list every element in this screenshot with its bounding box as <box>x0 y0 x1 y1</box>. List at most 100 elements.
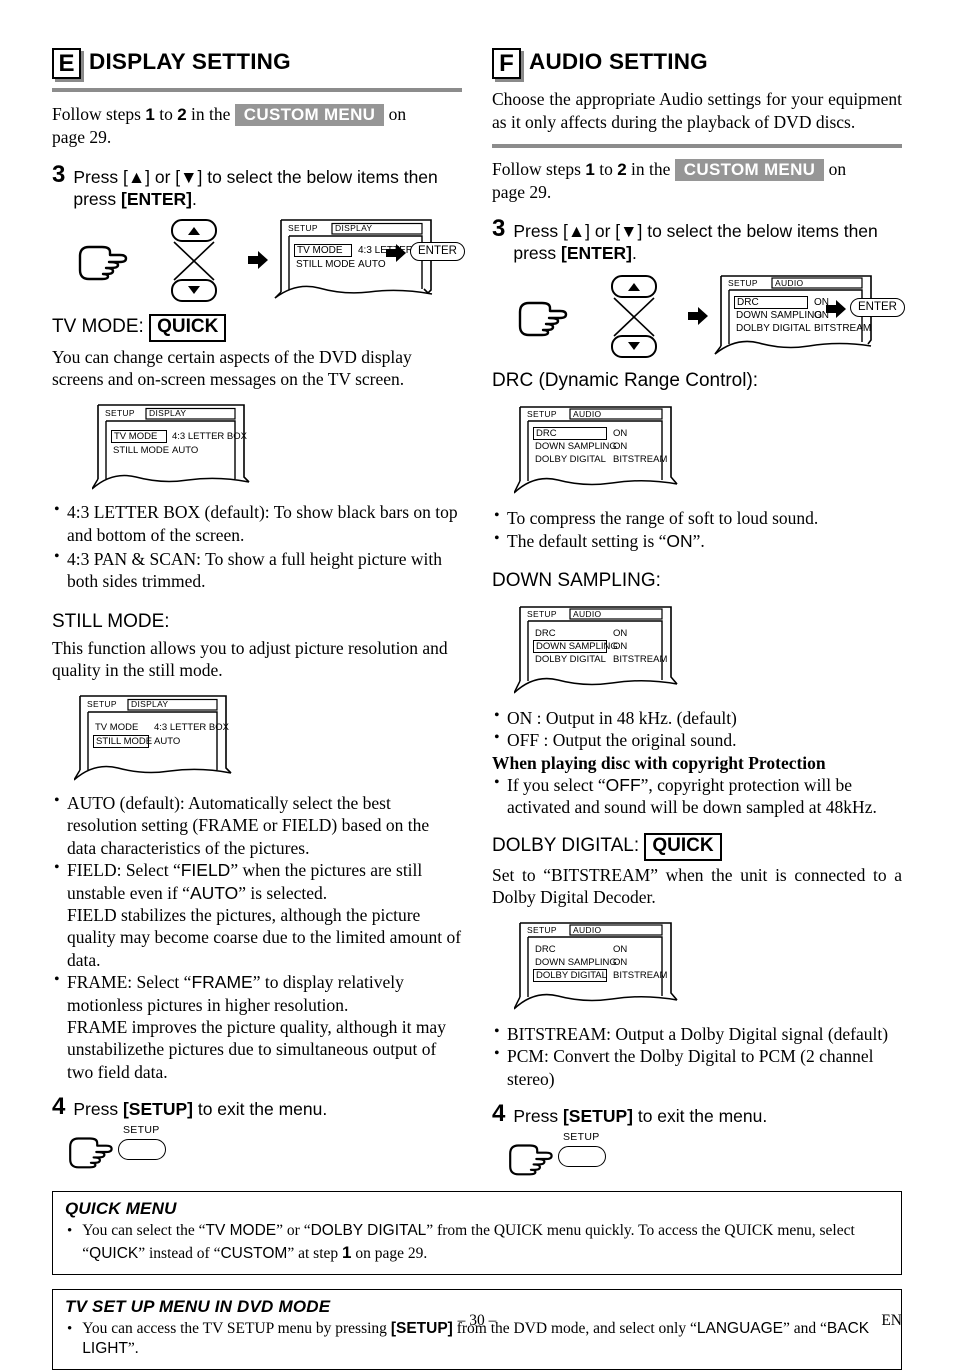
tv-row-1-value: ON <box>613 944 628 956</box>
page-number: – 30 – <box>457 1312 497 1329</box>
down-arrow-icon: ▼ <box>620 221 638 242</box>
tv-row-1-value: ON <box>613 428 628 440</box>
setup-button-label: SETUP <box>123 1124 160 1137</box>
drc-bullets: To compress the range of soft to loud so… <box>492 506 902 552</box>
list-item: 4:3 LETTER BOX (default): To show black … <box>52 500 462 546</box>
intro-text-to: to <box>159 104 173 124</box>
tv-menu-tab: AUDIO <box>573 925 602 936</box>
tv-row-2-label: DOWN SAMPLING <box>535 441 617 453</box>
text: You can select the “ <box>82 1222 206 1240</box>
list-item: FRAME: Select “FRAME” to display relativ… <box>52 970 462 1016</box>
tv-row-2-label: STILL MODE <box>93 735 152 749</box>
intro-follow-steps: Follow steps 1 to 2 in the CUSTOM MENU o… <box>492 158 902 204</box>
text: ” or “ <box>276 1222 311 1240</box>
manual-page: E DISPLAY SETTING Follow steps 1 to 2 in… <box>0 0 954 1370</box>
text: to exit the menu. <box>192 1099 328 1120</box>
intro-text-in: in the <box>191 104 231 124</box>
setup-button[interactable] <box>558 1146 606 1168</box>
step-number-2: 2 <box>617 159 627 179</box>
intro-text-pre: Follow steps <box>52 104 141 124</box>
tv-row-1-label: TV MODE <box>294 243 352 257</box>
down-arrow-icon: ▼ <box>180 166 198 187</box>
step-3-display: 3 Press [▲] or [▼] to select the below i… <box>52 162 462 210</box>
dolby-description: Set to “BITSTREAM” when the unit is conn… <box>492 864 902 908</box>
custom-menu-badge: CUSTOM MENU <box>234 104 385 126</box>
step-3-number: 3 <box>492 215 506 243</box>
tv-row-1-value: 4:3 LETTER BOX <box>172 431 247 443</box>
tv-screen-dolby: SETUP AUDIO DRC ON DOWN SAMPLING ON DOLB… <box>514 921 690 1013</box>
tv-row-2-value: AUTO <box>172 445 199 457</box>
enter-button[interactable]: ENTER <box>850 298 905 318</box>
tv-row-1-label: DRC <box>535 627 556 639</box>
stillmode-bullets: AUTO (default): Automatically select the… <box>52 791 462 1083</box>
tv-screen-downsampling: SETUP AUDIO DRC ON DOWN SAMPLING ON DOLB… <box>514 605 690 697</box>
text: on page 29. <box>351 1244 428 1262</box>
pointing-hand-icon <box>518 302 568 337</box>
step-4-number: 4 <box>52 1093 66 1121</box>
section-letter-badge: E <box>52 48 81 79</box>
tv-screen-drc: SETUP AUDIO DRC ON DOWN SAMPLING ON DOLB… <box>514 405 690 497</box>
quick-badge-tvmode: QUICK <box>149 313 227 342</box>
setup-button[interactable] <box>118 1139 166 1161</box>
tv-row-1-label: TV MODE <box>95 722 139 734</box>
tv-setup-label: SETUP <box>288 222 318 233</box>
divider <box>52 88 462 92</box>
tv-row-2-value: AUTO <box>154 736 181 748</box>
tv-row-3-label: DOLBY DIGITAL <box>535 454 606 466</box>
tv-row-2-value: ON <box>613 441 628 453</box>
tv-menu-tab: AUDIO <box>573 608 602 619</box>
text: ” instead of “ <box>138 1244 221 1262</box>
text: Press [ <box>513 221 568 242</box>
bullet-icon: • <box>67 1223 73 1240</box>
arrow-right-icon <box>248 250 268 269</box>
text: FRAME: Select “ <box>67 972 192 993</box>
text: The default setting is “ <box>507 530 667 551</box>
tvmode-heading-row: TV MODE: QUICK <box>52 313 462 342</box>
tv-row-2-label: STILL MODE <box>296 258 356 270</box>
intro-text-page: page 29. <box>52 127 112 148</box>
step-3-text: Press [▲] or [▼] to select the below ite… <box>73 163 462 210</box>
quick-menu-note-box: QUICK MENU • You can select the “TV MODE… <box>52 1191 902 1275</box>
setup-key-diagram-display: SETUP <box>66 1124 462 1170</box>
up-arrow-icon: ▲ <box>127 166 146 187</box>
tv-row-2-label: DOWN SAMPLING <box>736 310 823 322</box>
tv-row-3-label: DOLBY DIGITAL <box>736 323 811 335</box>
keyword-tv-mode: TV MODE <box>205 1222 277 1240</box>
tv-row-1-value: 4:3 LETTER BOX <box>154 722 229 734</box>
list-item: PCM: Convert the Dolby Digital to PCM (2… <box>492 1044 902 1090</box>
setup-key-label: [SETUP] <box>122 1099 193 1120</box>
enter-button[interactable]: ENTER <box>410 241 465 261</box>
dolby-bullets: BITSTREAM: Output a Dolby Digital signal… <box>492 1022 902 1090</box>
tv-screen-tvmode: SETUP DISPLAY TV MODE 4:3 LETTER BOX STI… <box>92 403 262 491</box>
tv-row-2-value: AUTO <box>358 258 386 270</box>
step-number-2: 2 <box>177 105 187 124</box>
drc-heading: DRC (Dynamic Range Control): <box>492 370 759 392</box>
stillmode-heading: STILL MODE: <box>52 610 170 632</box>
tv-setup-label: SETUP <box>527 608 557 619</box>
keyword-quick: QUICK <box>89 1244 139 1262</box>
text: Press <box>513 1106 563 1127</box>
keyword-frame: FRAME <box>191 972 253 993</box>
quick-menu-note-text: You can select the “TV MODE” or “DOLBY D… <box>82 1221 889 1264</box>
downsampling-bullets-2: If you select “OFF”, copyright protectio… <box>492 773 902 819</box>
section-header-display: E DISPLAY SETTING <box>52 48 462 79</box>
tv-setup-label: SETUP <box>527 409 557 420</box>
page-title: AUDIO SETTING <box>529 49 708 75</box>
list-item: ON : Output in 48 kHz. (default) <box>492 706 902 729</box>
tv-row-3-label: DOLBY DIGITAL <box>535 653 606 665</box>
updown-key-diagram <box>611 275 657 359</box>
arrow-right-icon <box>688 307 708 326</box>
pointing-hand-icon <box>509 1144 553 1176</box>
arrow-right-icon-2 <box>386 243 406 262</box>
tv-row-2-value: ON <box>613 957 628 969</box>
tv-row-1-value: ON <box>613 627 628 639</box>
text: ” is selected. <box>238 882 328 903</box>
intro-text-page: page 29. <box>492 181 552 202</box>
step-3-text: Press [▲] or [▼] to select the below ite… <box>513 217 902 264</box>
tv-row-1-label: DRC <box>535 944 556 956</box>
intro-text-to: to <box>599 158 613 179</box>
list-item-continued: FIELD stabilizes the pictures, although … <box>67 905 462 970</box>
quick-menu-note-title: QUICK MENU <box>65 1199 177 1219</box>
tv-row-3-value: BITSTREAM <box>814 323 872 335</box>
text: If you select “ <box>507 774 606 795</box>
